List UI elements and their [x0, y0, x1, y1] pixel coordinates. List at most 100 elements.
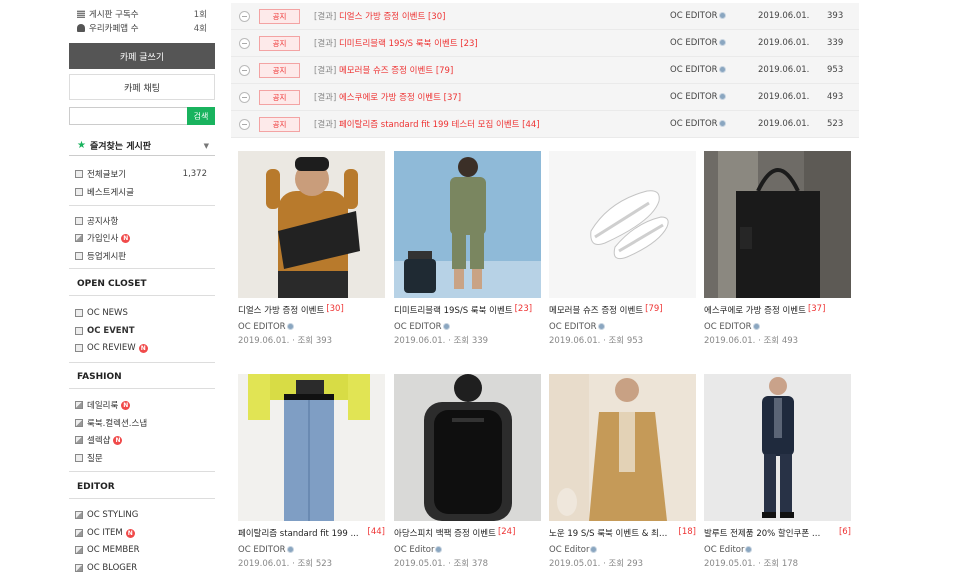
comment-count[interactable]: [37] — [808, 304, 825, 316]
notice-title[interactable]: [결과] 디미트리블랙 19S/S 룩북 이벤트 [23] — [314, 37, 478, 49]
gallery-writer[interactable]: OC EDITOR — [238, 322, 385, 332]
gallery-writer[interactable]: OC Editor — [704, 545, 851, 555]
notice-title[interactable]: [결과] 에스쿠에로 가방 증정 이벤트 [37] — [314, 91, 461, 103]
gallery-title[interactable]: 에스쿠에로 가방 증정 이벤트 [37] — [704, 304, 851, 316]
notice-title-text[interactable]: 에스쿠에로 가방 증정 이벤트 [37] — [339, 93, 461, 103]
gallery-title-text[interactable]: 페이탈리즘 standard fit 199 ... — [238, 527, 359, 539]
favorites-toggle[interactable]: ★ 즐겨찾는 게시판 ▼ — [69, 136, 215, 156]
comment-count[interactable]: [44] — [368, 527, 385, 537]
gallery-thumbnail[interactable]: RELAX — [549, 374, 696, 521]
gallery-card[interactable]: 에스쿠에로 가방 증정 이벤트 [37] OC EDITOR 2019.06.01. … — [704, 151, 851, 346]
gallery-thumbnail[interactable] — [238, 151, 385, 298]
sidebar-item-oc-item[interactable]: OC ITEM N — [75, 526, 215, 540]
notice-title[interactable]: [결과] 디얼스 가방 증정 이벤트 [30] — [314, 10, 445, 22]
collapse-circle-icon[interactable] — [239, 37, 250, 49]
writer-name[interactable]: OC EDITOR — [549, 322, 597, 332]
writer-name[interactable]: OC EDITOR — [238, 545, 286, 555]
sidebar-item-oc-styling[interactable]: OC STYLING — [75, 508, 215, 522]
gallery-title[interactable]: 디미트리블랙 19S/S 룩북 이벤트 [23] — [394, 304, 541, 316]
cafe-write-button[interactable]: 카페 글쓰기 — [69, 43, 215, 69]
gallery-title-text[interactable]: 노운 19 S/S 룩북 이벤트 & 최대... — [549, 527, 671, 539]
comment-count[interactable]: [6] — [839, 527, 851, 537]
writer-name[interactable]: OC Editor — [704, 545, 744, 555]
collapse-circle-icon[interactable] — [239, 10, 250, 22]
notice-writer[interactable]: OC EDITOR — [670, 65, 726, 75]
sidebar-item-select-shop[interactable]: 셀렉샵 N — [75, 433, 215, 447]
comment-count[interactable]: [18] — [679, 527, 696, 537]
writer-name[interactable]: OC EDITOR — [670, 92, 718, 102]
collapse-circle-icon[interactable] — [239, 91, 250, 103]
gallery-writer[interactable]: OC Editor — [549, 545, 696, 555]
sidebar-item-oc-member[interactable]: OC MEMBER — [75, 543, 215, 557]
sidebar-item-oc-bloger[interactable]: OC BLOGER — [75, 561, 215, 575]
gallery-card[interactable]: RELAX 노운 19 S/S 룩북 이벤트 & 최대... [18] OC Edit… — [549, 374, 696, 569]
writer-name[interactable]: OC EDITOR — [704, 322, 752, 332]
writer-name[interactable]: OC EDITOR — [670, 65, 718, 75]
gallery-title[interactable]: 발루트 전제품 20% 할인쿠폰 이... [6] — [704, 527, 851, 539]
sidebar-item-oc-review[interactable]: OC REVIEW N — [75, 341, 215, 355]
notice-row[interactable]: 공지 [결과] 메모러블 슈즈 증정 이벤트 [79] OC EDITOR 2019.… — [231, 57, 859, 84]
gallery-thumbnail[interactable] — [394, 151, 541, 298]
gallery-writer[interactable]: OC EDITOR — [704, 322, 851, 332]
gallery-title-text[interactable]: 에스쿠에로 가방 증정 이벤트 — [704, 304, 806, 316]
notice-title-text[interactable]: 메모러블 슈즈 증정 이벤트 [79] — [339, 66, 453, 76]
gallery-card[interactable]: 디얼스 가방 증정 이벤트 [30] OC EDITOR 2019.06.01. · … — [238, 151, 385, 346]
sidebar-item-lookbook[interactable]: 룩북.컬렉션.스냅 — [75, 416, 215, 430]
gallery-title-text[interactable]: 디얼스 가방 증정 이벤트 — [238, 304, 324, 316]
comment-count[interactable]: [79] — [645, 304, 662, 316]
gallery-card[interactable]: 발루트 전제품 20% 할인쿠폰 이... [6] OC Editor 2019.05… — [704, 374, 851, 569]
comment-count[interactable]: [30] — [326, 304, 343, 316]
writer-name[interactable]: OC EDITOR — [670, 11, 718, 21]
sidebar-item-oc-event[interactable]: OC EVENT — [75, 324, 215, 338]
notice-writer[interactable]: OC EDITOR — [670, 119, 726, 129]
gallery-writer[interactable]: OC EDITOR — [238, 545, 385, 555]
gallery-thumbnail[interactable] — [394, 374, 541, 521]
gallery-title[interactable]: 아당스피치 백팩 증정 이벤트 [24] — [394, 527, 541, 539]
notice-writer[interactable]: OC EDITOR — [670, 92, 726, 102]
gallery-title[interactable]: 페이탈리즘 standard fit 199 ... [44] — [238, 527, 385, 539]
writer-name[interactable]: OC EDITOR — [670, 38, 718, 48]
sidebar-item-greeting[interactable]: 가입인사 N — [75, 231, 215, 245]
gallery-card[interactable]: 디미트리블랙 19S/S 룩북 이벤트 [23] OC EDITOR 2019.06.… — [394, 151, 541, 346]
comment-count[interactable]: [24] — [498, 527, 515, 539]
sidebar-item-all-posts[interactable]: 전체글보기 1,372 — [75, 167, 215, 181]
gallery-writer[interactable]: OC EDITOR — [394, 322, 541, 332]
cafe-chat-button[interactable]: 카페 채팅 — [69, 74, 215, 100]
writer-name[interactable]: OC Editor — [394, 545, 434, 555]
sidebar-item-daily-look[interactable]: 데일리룩 N — [75, 398, 215, 412]
gallery-thumbnail[interactable] — [704, 151, 851, 298]
gallery-card[interactable]: 페이탈리즘 standard fit 199 ... [44] OC EDITOR 2… — [238, 374, 385, 569]
gallery-title[interactable]: 메모러블 슈즈 증정 이벤트 [79] — [549, 304, 696, 316]
sidebar-item-notices[interactable]: 공지사항 — [75, 214, 215, 228]
gallery-writer[interactable]: OC EDITOR — [549, 322, 696, 332]
notice-row[interactable]: 공지 [결과] 디미트리블랙 19S/S 룩북 이벤트 [23] OC EDITOR… — [231, 30, 859, 57]
writer-name[interactable]: OC Editor — [549, 545, 589, 555]
notice-row[interactable]: 공지 [결과] 에스쿠에로 가방 증정 이벤트 [37] OC EDITOR 2019… — [231, 84, 859, 111]
gallery-title-text[interactable]: 디미트리블랙 19S/S 룩북 이벤트 — [394, 304, 513, 316]
sidebar-item-levelup[interactable]: 등업게시판 — [75, 249, 215, 263]
gallery-title-text[interactable]: 발루트 전제품 20% 할인쿠폰 이... — [704, 527, 826, 539]
gallery-card[interactable]: 아당스피치 백팩 증정 이벤트 [24] OC Editor 2019.05.01. … — [394, 374, 541, 569]
notice-title-text[interactable]: 디얼스 가방 증정 이벤트 [30] — [339, 12, 445, 22]
gallery-card[interactable]: 메모러블 슈즈 증정 이벤트 [79] OC EDITOR 2019.06.01. ·… — [549, 151, 696, 346]
notice-title[interactable]: [결과] 페이탈리즘 standard fit 199 테스터 모집 이벤트 [… — [314, 118, 540, 130]
notice-title[interactable]: [결과] 메모러블 슈즈 증정 이벤트 [79] — [314, 64, 453, 76]
gallery-writer[interactable]: OC Editor — [394, 545, 541, 555]
notice-row[interactable]: 공지 [결과] 디얼스 가방 증정 이벤트 [30] OC EDITOR 2019.0… — [231, 3, 859, 30]
writer-name[interactable]: OC EDITOR — [670, 119, 718, 129]
notice-row[interactable]: 공지 [결과] 페이탈리즘 standard fit 199 테스터 모집 이벤트… — [231, 111, 859, 138]
gallery-thumbnail[interactable] — [549, 151, 696, 298]
gallery-title[interactable]: 노운 19 S/S 룩북 이벤트 & 최대... [18] — [549, 527, 696, 539]
notice-writer[interactable]: OC EDITOR — [670, 38, 726, 48]
collapse-circle-icon[interactable] — [239, 64, 250, 76]
gallery-title-text[interactable]: 메모러블 슈즈 증정 이벤트 — [549, 304, 643, 316]
notice-title-text[interactable]: 페이탈리즘 standard fit 199 테스터 모집 이벤트 [44] — [339, 120, 540, 130]
sidebar-item-best[interactable]: 베스트게시글 — [75, 185, 215, 199]
notice-writer[interactable]: OC EDITOR — [670, 11, 726, 21]
collapse-circle-icon[interactable] — [239, 118, 250, 130]
search-button[interactable]: 검색 — [187, 107, 215, 125]
writer-name[interactable]: OC EDITOR — [394, 322, 442, 332]
gallery-thumbnail[interactable] — [704, 374, 851, 521]
comment-count[interactable]: [23] — [515, 304, 532, 316]
sidebar-item-oc-news[interactable]: OC NEWS — [75, 306, 215, 320]
